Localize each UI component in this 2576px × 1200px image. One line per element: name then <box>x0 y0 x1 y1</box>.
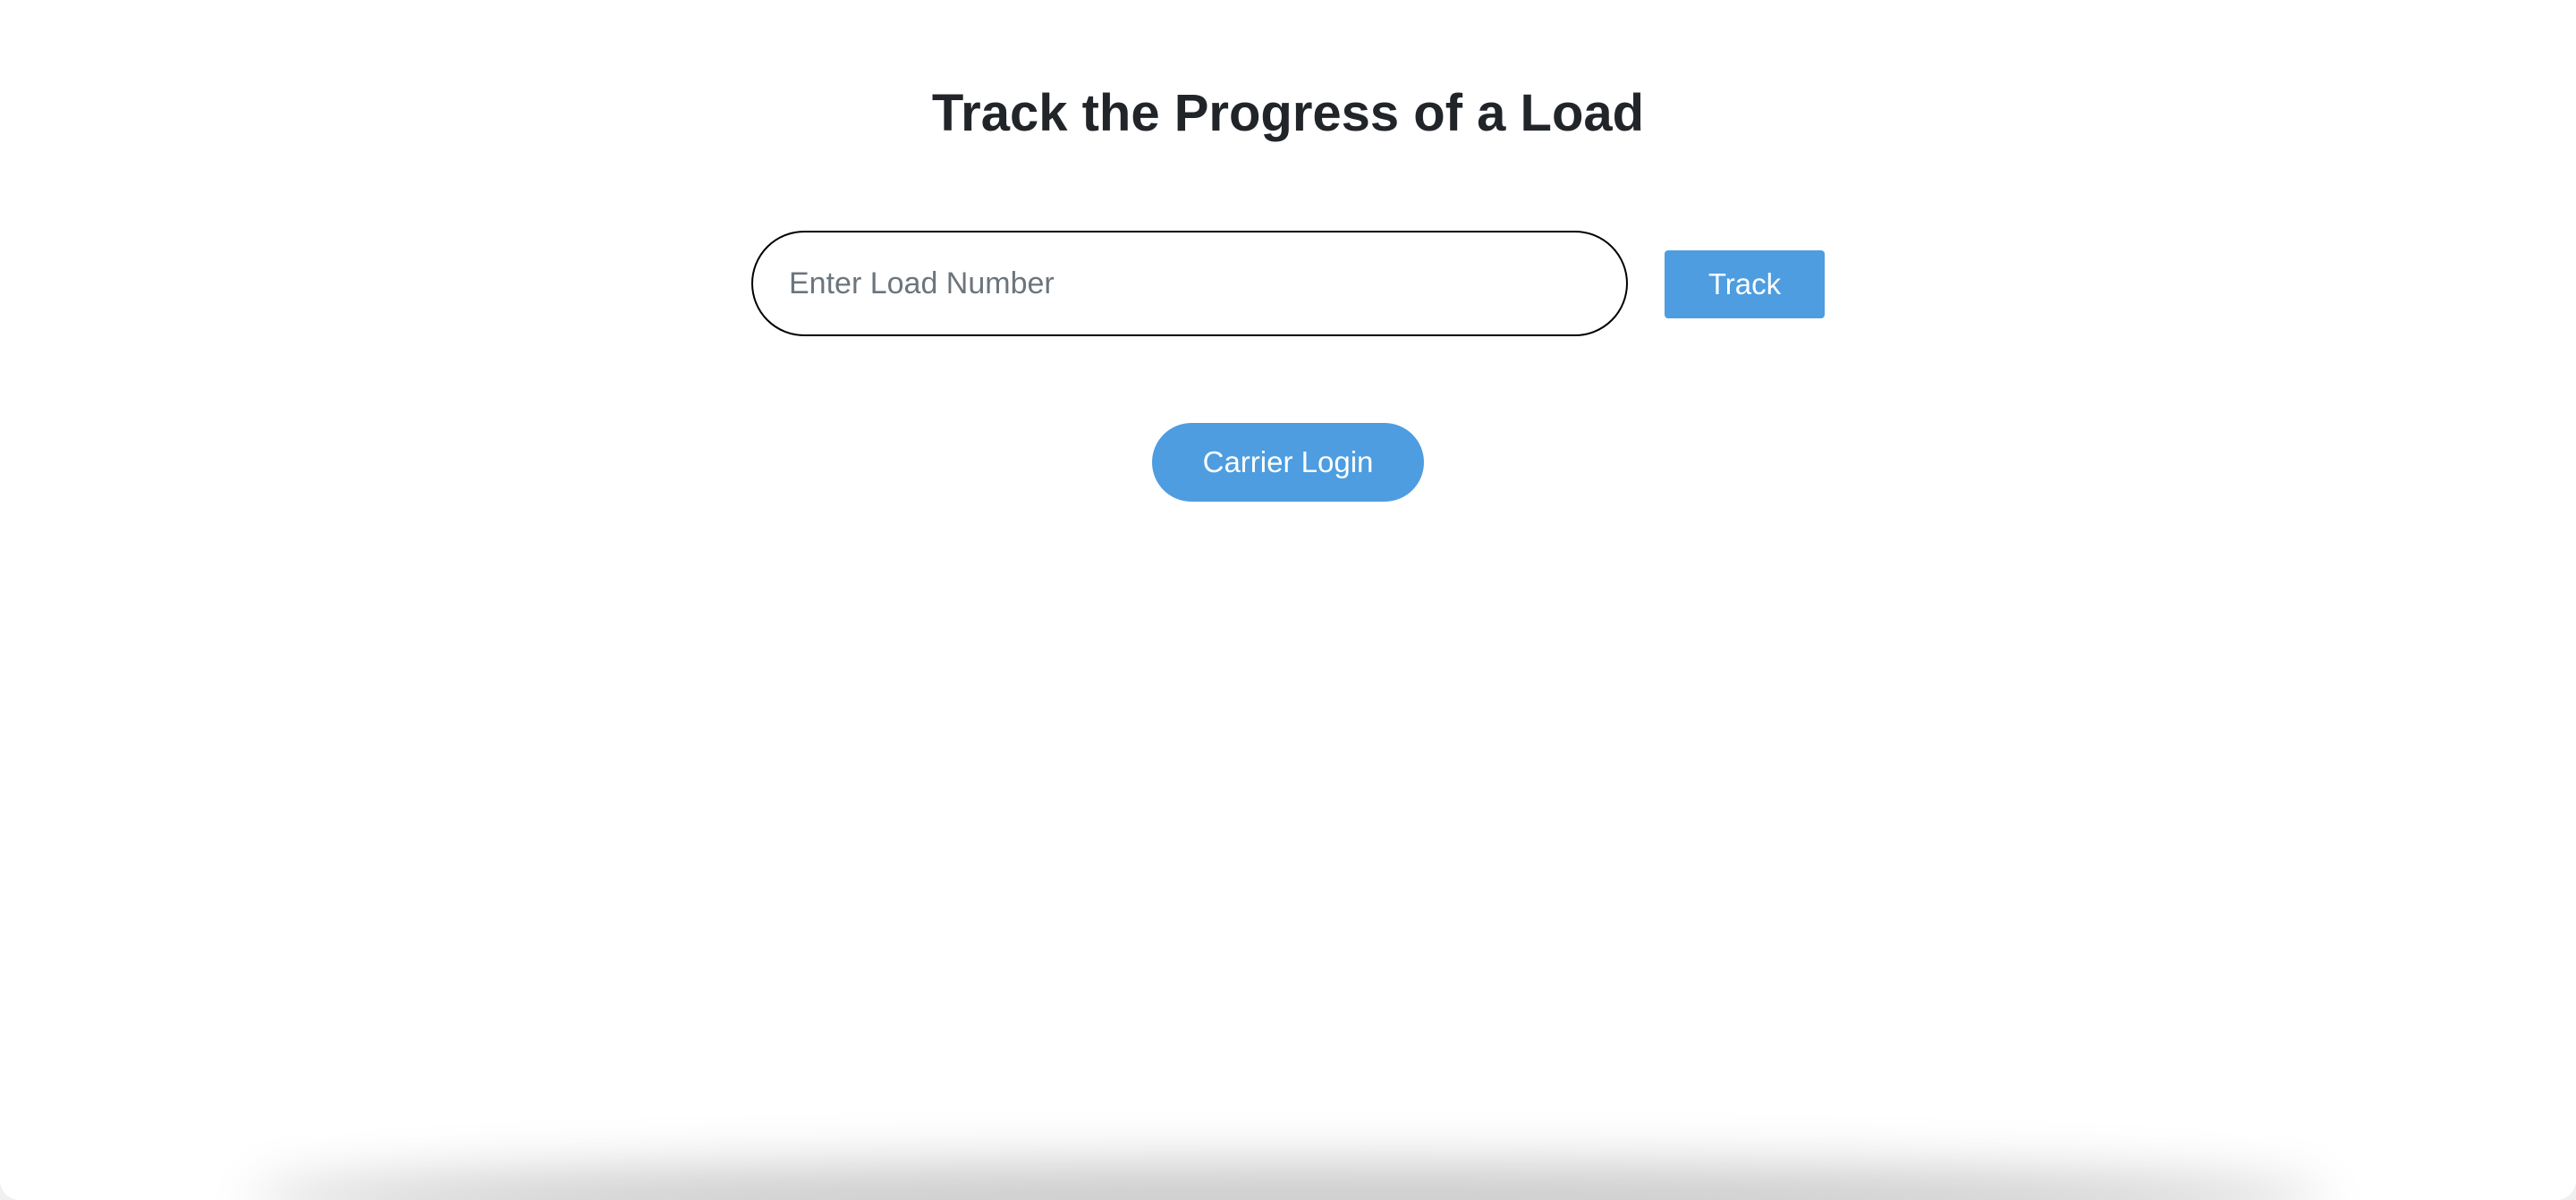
load-number-input[interactable] <box>751 231 1628 336</box>
track-button[interactable]: Track <box>1665 250 1825 318</box>
carrier-login-button[interactable]: Carrier Login <box>1152 423 1424 502</box>
app-window: Track the Progress of a Load Track Carri… <box>0 0 2576 1200</box>
page-title: Track the Progress of a Load <box>931 84 1645 142</box>
track-load-form: Track <box>751 231 1825 338</box>
